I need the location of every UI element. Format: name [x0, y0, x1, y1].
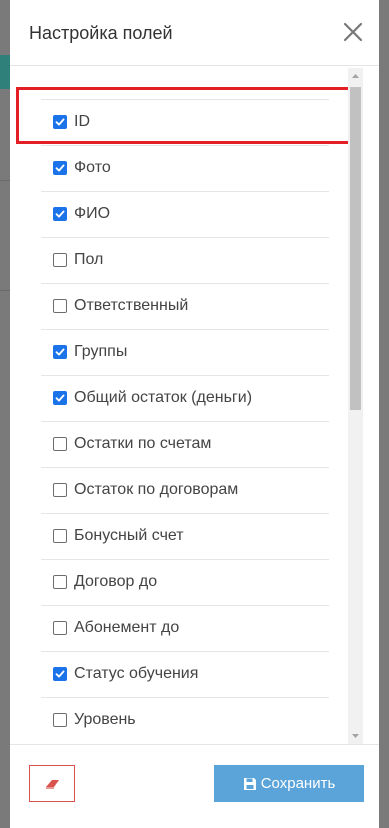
reset-button[interactable]: [29, 765, 75, 802]
field-label: Остатки по счетам: [74, 435, 212, 452]
checkmark-icon: [55, 394, 65, 402]
checkmark-icon: [55, 348, 65, 356]
save-button[interactable]: Сохранить: [214, 765, 364, 802]
field-checkbox[interactable]: [53, 575, 67, 589]
checkmark-icon: [55, 164, 65, 172]
field-label: Группы: [74, 343, 128, 360]
eraser-icon: [46, 780, 59, 789]
field-item[interactable]: Пол: [41, 237, 329, 283]
field-checkbox[interactable]: [53, 621, 67, 635]
field-item[interactable]: Абонемент до: [41, 605, 329, 651]
field-label: Договор до: [74, 573, 158, 590]
field-checkbox[interactable]: [53, 115, 67, 129]
field-item[interactable]: ID: [41, 99, 329, 145]
field-label: Статус обучения: [74, 665, 199, 682]
scrollbar[interactable]: [348, 68, 363, 744]
field-label: Общий остаток (деньги): [74, 389, 253, 406]
checkmark-icon: [55, 670, 65, 678]
field-checkbox[interactable]: [53, 483, 67, 497]
close-icon: [343, 22, 363, 42]
triangle-down-icon: [352, 734, 359, 738]
field-item[interactable]: Фото: [41, 145, 329, 191]
field-settings-dialog: Настройка полей ID Фото ФИО Пол Ответственны…: [10, 0, 379, 828]
field-label: Пол: [74, 251, 104, 268]
field-item[interactable]: Статус обучения: [41, 651, 329, 697]
field-label: Остаток по договорам: [74, 481, 239, 498]
field-item[interactable]: Остатки по счетам: [41, 421, 329, 467]
field-label: ID: [74, 113, 90, 130]
field-checkbox[interactable]: [53, 253, 67, 267]
field-item[interactable]: Ответственный: [41, 283, 329, 329]
field-checkbox[interactable]: [53, 437, 67, 451]
field-list: ID Фото ФИО Пол Ответственный Группы Общий ост…: [41, 99, 329, 743]
checkmark-icon: [55, 118, 65, 126]
triangle-up-icon: [352, 74, 359, 78]
dialog-title: Настройка полей: [29, 23, 173, 43]
checkmark-icon: [55, 210, 65, 218]
floppy-disk-icon: [243, 777, 256, 790]
field-item[interactable]: Общий остаток (деньги): [41, 375, 329, 421]
field-checkbox[interactable]: [53, 299, 67, 313]
field-checkbox[interactable]: [53, 713, 67, 727]
field-checkbox[interactable]: [53, 207, 67, 221]
field-label: Уровень: [74, 711, 136, 728]
close-button[interactable]: [341, 20, 365, 44]
save-button-label: Сохранить: [260, 775, 336, 792]
dialog-header: Настройка полей: [10, 0, 379, 66]
field-list-container[interactable]: ID Фото ФИО Пол Ответственный Группы Общий ост…: [10, 66, 379, 744]
field-label: ФИО: [74, 205, 111, 222]
field-label: Фото: [74, 159, 111, 176]
field-item[interactable]: Бонусный счет: [41, 513, 329, 559]
field-item[interactable]: Группы: [41, 329, 329, 375]
scrollbar-thumb[interactable]: [350, 87, 361, 410]
dialog-footer: Сохранить: [10, 744, 379, 828]
field-item[interactable]: Договор до: [41, 559, 329, 605]
field-label: Абонемент до: [74, 619, 180, 636]
scroll-down-arrow[interactable]: [348, 727, 363, 744]
field-item[interactable]: ФИО: [41, 191, 329, 237]
scroll-up-arrow[interactable]: [348, 68, 363, 85]
field-checkbox[interactable]: [53, 161, 67, 175]
field-checkbox[interactable]: [53, 345, 67, 359]
field-item[interactable]: Остаток по договорам: [41, 467, 329, 513]
field-label: Ответственный: [74, 297, 189, 314]
field-item[interactable]: Уровень: [41, 697, 329, 743]
field-checkbox[interactable]: [53, 667, 67, 681]
field-checkbox[interactable]: [53, 391, 67, 405]
field-checkbox[interactable]: [53, 529, 67, 543]
field-label: Бонусный счет: [74, 527, 184, 544]
